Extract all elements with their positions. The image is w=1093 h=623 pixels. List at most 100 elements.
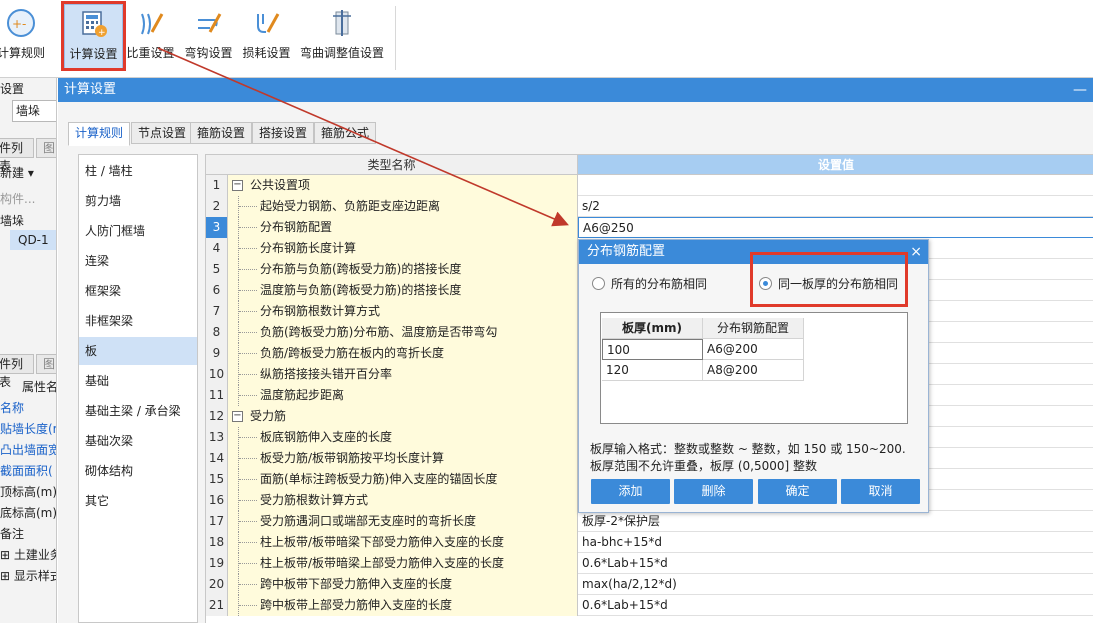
setting-name-cell: 板底钢筋伸入支座的长度 [228,427,578,448]
delete-button[interactable]: 删除 [674,479,753,504]
tab-layer-2[interactable]: 图 [36,354,56,374]
category-item[interactable]: 剪力墙 [79,187,197,215]
table-row[interactable]: 17 受力筋遇洞口或端部无支座时的弯折长度 板厚-2*保护层 [206,511,1093,532]
prop-wall-length[interactable]: 贴墙长度(r [0,420,56,437]
minimize-button[interactable]: — [1073,78,1087,102]
close-icon[interactable]: × [910,240,922,264]
tree-line [238,448,260,469]
col-thickness-header: 板厚(mm) [602,318,703,339]
new-component-button[interactable]: 新建 ▾ [0,164,34,181]
setting-value-cell[interactable]: max(ha/2,12*d) [578,574,1093,595]
svg-text:+-: +- [12,17,26,31]
row-number: 20 [206,574,228,595]
add-button[interactable]: 添加 [591,479,670,504]
setting-name-cell: − 公共设置项 [228,175,578,196]
category-item[interactable]: 非框架梁 [79,307,197,335]
category-item[interactable]: 框架梁 [79,277,197,305]
collapse-icon[interactable]: − [232,411,243,422]
setting-value-cell[interactable]: 板厚-2*保护层 [578,511,1093,532]
tree-line [238,343,260,364]
category-item[interactable]: 人防门框墙 [79,217,197,245]
loss-settings-button[interactable]: 损耗设置 [239,4,294,70]
setting-name: 受力筋根数计算方式 [260,493,369,507]
tree-line [238,574,260,595]
prop-top-elevation[interactable]: 顶标高(m) [0,483,56,500]
setting-name: 分布钢筋长度计算 [260,241,357,255]
tab-stirrup-formula[interactable]: 箍筋公式 [314,122,377,144]
row-number: 9 [206,343,228,364]
density-settings-button[interactable]: 比重设置 [123,4,178,70]
setting-value-cell[interactable]: A6@250 [578,217,1093,238]
thickness-cell[interactable]: 100 [602,339,703,360]
prop-civil-group[interactable]: ⊞ 土建业务 [0,546,56,563]
prop-name[interactable]: 名称 [0,399,24,416]
density-icon [140,13,163,35]
prop-bottom-elevation[interactable]: 底标高(m) [0,504,56,521]
prop-civil-group-label: 土建业务 [13,548,56,562]
component-type-dropdown[interactable]: 墙垛 [12,100,56,122]
setting-name: 温度筋起步距离 [260,388,345,402]
tree-line [238,385,260,406]
thickness-cell[interactable]: 120 [602,360,703,381]
ok-button[interactable]: 确定 [758,479,837,504]
row-number: 10 [206,364,228,385]
tree-node-parent[interactable]: 墙垛 [0,212,24,229]
setting-name-cell: 分布钢筋长度计算 [228,238,578,259]
table-group-row[interactable]: 1− 公共设置项 [206,175,1093,196]
row-number: 17 [206,511,228,532]
setting-name: 柱上板带/板带暗梁下部受力筋伸入支座的长度 [260,535,505,549]
setting-value-cell[interactable] [578,175,1093,196]
category-item[interactable]: 基础主梁 / 承台梁 [79,397,197,425]
category-item[interactable]: 基础次梁 [79,427,197,455]
tree-node-child[interactable]: QD-1 [18,233,49,247]
category-item[interactable]: 连梁 [79,247,197,275]
tab-calc-rules[interactable]: 计算规则 [68,122,131,146]
setting-value-cell[interactable]: 0.6*Lab+15*d [578,553,1093,574]
setting-name-cell: 分布钢筋根数计算方式 [228,301,578,322]
column-header-value: 设置值 [578,155,1093,175]
category-item[interactable]: 柱 / 墙柱 [79,157,197,185]
dialog-title: 分布钢筋配置 [587,244,666,259]
setting-value-cell[interactable]: 0.6*Lab+15*d [578,595,1093,616]
table-row[interactable]: 18 柱上板带/板带暗梁下部受力筋伸入支座的长度 ha-bhc+15*d [206,532,1093,553]
setting-value-cell[interactable]: ha-bhc+15*d [578,532,1093,553]
config-cell[interactable]: A8@200 [703,360,804,381]
bend-adjust-button[interactable]: 弯曲调整值设置 [297,4,387,70]
prop-section-area[interactable]: 截面面积( [0,462,53,479]
row-number: 14 [206,448,228,469]
tree-line [238,553,260,574]
config-cell[interactable]: A6@200 [703,339,804,360]
category-item[interactable]: 基础 [79,367,197,395]
category-item[interactable]: 其它 [79,487,197,515]
tab-layer[interactable]: 图 [36,138,56,158]
table-row[interactable]: 21 跨中板带上部受力筋伸入支座的长度 0.6*Lab+15*d [206,595,1093,616]
tab-component-list[interactable]: 件列表 [0,138,34,173]
cancel-button[interactable]: 取消 [841,479,920,504]
setting-value-cell[interactable]: s/2 [578,196,1093,217]
tree-line [238,532,260,553]
setting-name-cell: 板受力筋/板带钢筋按平均长度计算 [228,448,578,469]
prop-protrude-width[interactable]: 凸出墙面宽 [0,441,56,458]
category-list: 柱 / 墙柱 剪力墙 人防门框墙 连梁 框架梁 非框架梁 板 基础 基础主梁 /… [78,154,198,623]
table-row[interactable]: 2 起始受力钢筋、负筋距支座边距离 s/2 [206,196,1093,217]
setting-name-cell: 受力筋遇洞口或端部无支座时的弯折长度 [228,511,578,532]
hook-settings-button[interactable]: 弯钩设置 [181,4,236,70]
setting-name: 负筋/跨板受力筋在板内的弯折长度 [260,346,445,360]
same-thickness-highlight [750,252,908,307]
row-number: 2 [206,196,228,217]
tab-node-settings[interactable]: 节点设置 [131,122,194,144]
table-row[interactable]: 3 分布钢筋配置 A6@250 [206,217,1093,238]
category-item[interactable]: 砌体结构 [79,457,197,485]
prop-display-group[interactable]: ⊞ 显示样式 [0,567,56,584]
calc-rule-button[interactable]: +- 计算规则 [0,4,50,70]
component-search-input[interactable]: 构件... [0,190,35,207]
tab-stirrup-settings[interactable]: 箍筋设置 [190,122,253,144]
table-row[interactable]: 20 跨中板带下部受力筋伸入支座的长度 max(ha/2,12*d) [206,574,1093,595]
tab-component-list-2[interactable]: 件列表 [0,354,34,389]
row-number: 11 [206,385,228,406]
table-row[interactable]: 19 柱上板带/板带暗梁上部受力筋伸入支座的长度 0.6*Lab+15*d [206,553,1093,574]
category-item-slab[interactable]: 板 [79,337,197,365]
collapse-icon[interactable]: − [232,180,243,191]
prop-remark[interactable]: 备注 [0,525,24,542]
tab-lap-settings[interactable]: 搭接设置 [252,122,315,144]
